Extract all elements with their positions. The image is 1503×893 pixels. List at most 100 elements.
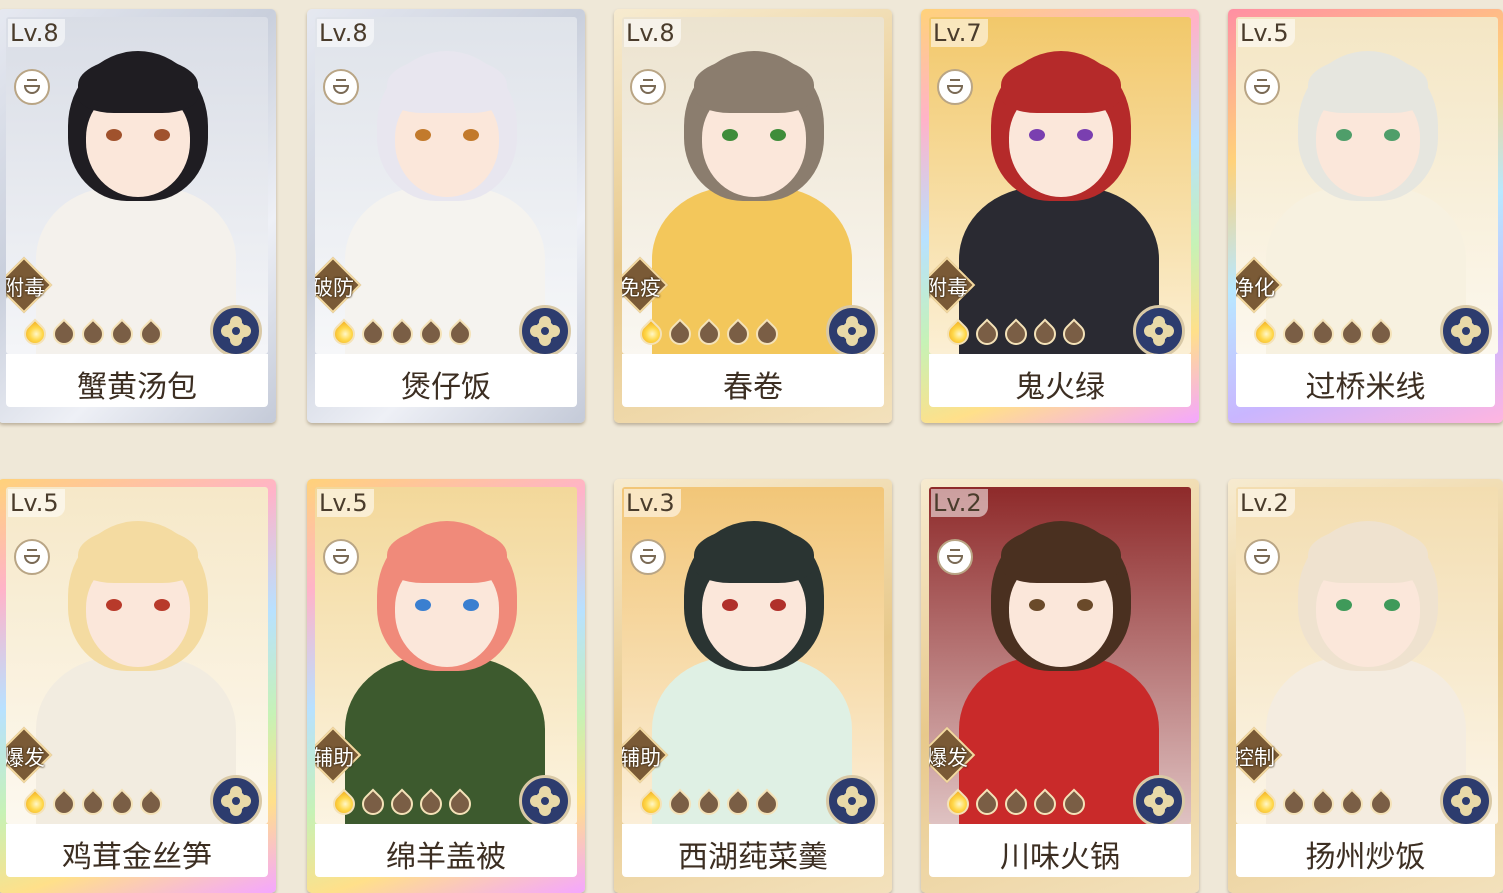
skill-type-label: 净化 <box>1236 276 1275 300</box>
flame-lit-icon <box>1249 787 1281 820</box>
flame-dim-icon <box>386 787 418 820</box>
portrait-fringe <box>387 527 507 583</box>
flame-dim-icon <box>1307 317 1339 350</box>
name-plate: 西湖莼菜羹 <box>622 824 884 877</box>
character-portrait: Lv.7 附毒 <box>929 17 1191 354</box>
flame-dim-icon <box>1278 787 1310 820</box>
flame-dim-icon <box>971 787 1003 820</box>
level-label: Lv.8 <box>317 19 374 47</box>
skill-type-badge: 爆发 <box>929 725 977 785</box>
flame-lit-icon <box>1249 317 1281 350</box>
flower-emblem-icon <box>1440 775 1492 824</box>
character-card[interactable]: Lv.5 净化 过桥米线 <box>1228 9 1503 423</box>
skill-type-label: 爆发 <box>929 746 968 770</box>
flame-dim-icon <box>1336 787 1368 820</box>
flower-emblem-icon <box>519 775 571 824</box>
dish-bowl-icon <box>323 539 359 575</box>
portrait-eye-right <box>770 599 786 611</box>
flower-emblem-icon <box>826 305 878 354</box>
star-flames <box>328 317 476 353</box>
skill-type-label: 爆发 <box>6 746 45 770</box>
dish-bowl-icon <box>1244 539 1280 575</box>
character-name: 蟹黄汤包 <box>77 370 197 405</box>
flame-dim-icon <box>135 787 167 820</box>
dish-bowl-icon <box>14 69 50 105</box>
flame-dim-icon <box>1029 317 1061 350</box>
portrait-fringe <box>78 57 198 113</box>
character-name: 过桥米线 <box>1305 370 1426 405</box>
flame-dim-icon <box>77 787 109 820</box>
name-plate: 鬼火绿 <box>929 354 1191 407</box>
portrait-fringe <box>1308 57 1428 113</box>
skill-type-badge: 爆发 <box>6 725 54 785</box>
character-portrait: Lv.5 爆发 <box>6 487 268 824</box>
character-card[interactable]: Lv.2 控制扬州炒饭 <box>1228 479 1503 893</box>
skill-type-label: 辅助 <box>622 746 661 770</box>
portrait-eye-right <box>463 599 479 611</box>
name-plate: 蟹黄汤包 <box>6 354 268 407</box>
skill-type-label: 附毒 <box>6 276 45 300</box>
character-portrait: Lv.3 辅助 <box>622 487 884 824</box>
skill-type-badge: 附毒 <box>929 255 977 315</box>
character-name: 鸡茸金丝笋 <box>62 840 212 875</box>
skill-type-badge: 破防 <box>315 255 363 315</box>
character-card[interactable]: Lv.7 附毒鬼火绿 <box>921 9 1199 423</box>
flame-dim-icon <box>444 317 476 350</box>
level-label: Lv.8 <box>624 19 681 47</box>
flame-dim-icon <box>357 317 389 350</box>
flame-dim-icon <box>135 317 167 350</box>
star-flames <box>635 317 783 353</box>
level-label: Lv.2 <box>1238 489 1295 517</box>
flame-lit-icon <box>942 787 974 820</box>
flame-lit-icon <box>635 317 667 350</box>
character-card[interactable]: Lv.2 爆发川味火锅 <box>921 479 1199 893</box>
character-name: 扬州炒饭 <box>1305 840 1426 875</box>
skill-type-label: 辅助 <box>315 746 354 770</box>
portrait-fringe <box>694 527 814 583</box>
level-label: Lv.3 <box>624 489 681 517</box>
flame-dim-icon <box>693 317 725 350</box>
flame-lit-icon <box>19 787 51 820</box>
level-label: Lv.5 <box>8 489 65 517</box>
star-flames <box>635 787 783 823</box>
star-flames <box>1249 787 1397 823</box>
character-name: 绵羊盖被 <box>386 840 506 875</box>
flame-dim-icon <box>971 317 1003 350</box>
character-portrait: Lv.8 破防 <box>315 17 577 354</box>
character-card[interactable]: Lv.8 破防煲仔饭 <box>307 9 585 423</box>
character-card[interactable]: Lv.3 辅助西湖莼菜羹 <box>614 479 892 893</box>
flame-dim-icon <box>1365 317 1397 350</box>
level-label: Lv.8 <box>8 19 65 47</box>
dish-bowl-icon <box>630 539 666 575</box>
star-flames <box>19 787 167 823</box>
character-card[interactable]: Lv.8 附毒蟹黄汤包 <box>0 9 276 423</box>
flame-dim-icon <box>722 787 754 820</box>
flame-lit-icon <box>635 787 667 820</box>
skill-type-badge: 免疫 <box>622 255 670 315</box>
level-label: Lv.5 <box>317 489 374 517</box>
flame-dim-icon <box>751 787 783 820</box>
portrait-eye-left <box>722 129 738 141</box>
character-card[interactable]: Lv.5 爆发鸡茸金丝笋 <box>0 479 276 893</box>
level-label: Lv.2 <box>931 489 988 517</box>
character-card[interactable]: Lv.8 免疫春卷 <box>614 9 892 423</box>
portrait-fringe <box>1001 527 1121 583</box>
portrait-eye-right <box>1384 599 1400 611</box>
character-name: 鬼火绿 <box>1015 370 1105 405</box>
dish-bowl-icon <box>14 539 50 575</box>
star-flames <box>328 787 476 823</box>
flame-dim-icon <box>1278 317 1310 350</box>
skill-type-label: 附毒 <box>929 276 968 300</box>
name-plate: 春卷 <box>622 354 884 407</box>
portrait-fringe <box>1001 57 1121 113</box>
character-name: 川味火锅 <box>1000 840 1120 875</box>
character-card[interactable]: Lv.5 辅助绵羊盖被 <box>307 479 585 893</box>
portrait-eye-left <box>415 129 431 141</box>
character-portrait: Lv.2 控制 <box>1236 487 1498 824</box>
character-portrait: Lv.5 辅助 <box>315 487 577 824</box>
flame-dim-icon <box>1058 317 1090 350</box>
flame-dim-icon <box>1307 787 1339 820</box>
portrait-eye-right <box>1077 129 1093 141</box>
character-name: 煲仔饭 <box>401 370 491 405</box>
flower-emblem-icon <box>1133 775 1185 824</box>
